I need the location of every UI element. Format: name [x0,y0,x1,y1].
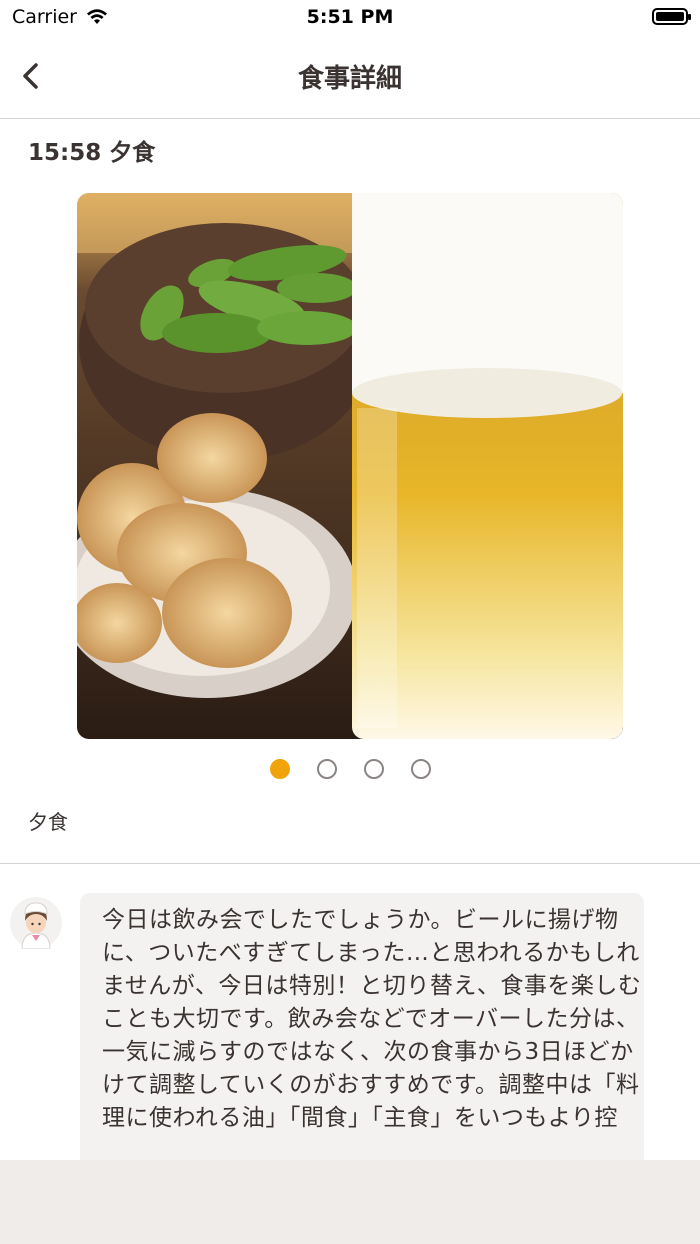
pager-dot-3[interactable] [363,759,384,779]
pager-dot-4[interactable] [410,759,431,779]
pager-dot-2[interactable] [316,759,337,779]
meal-photo-image [77,193,623,739]
pager-dot-1[interactable] [269,759,290,779]
photo-pager[interactable] [0,759,700,779]
page-title: 食事詳細 [297,64,402,94]
section-divider [0,863,700,864]
meal-type-label: 夕食 [28,810,68,834]
battery-icon [652,8,691,25]
advisor-avatar [10,897,62,949]
meal-time-title: 15:58 夕食 [28,140,156,166]
navigation-bar: 食事詳細 [0,36,700,119]
advice-text: 今日は飲み会でしたでしょうか。ビールに揚げ物に、ついたべすぎてしまった…と思われ… [102,907,642,1131]
status-bar: Carrier 5:51 PM [0,0,700,36]
meal-photo[interactable] [77,193,623,739]
bottom-bar [0,1160,700,1244]
status-time: 5:51 PM [306,6,394,28]
